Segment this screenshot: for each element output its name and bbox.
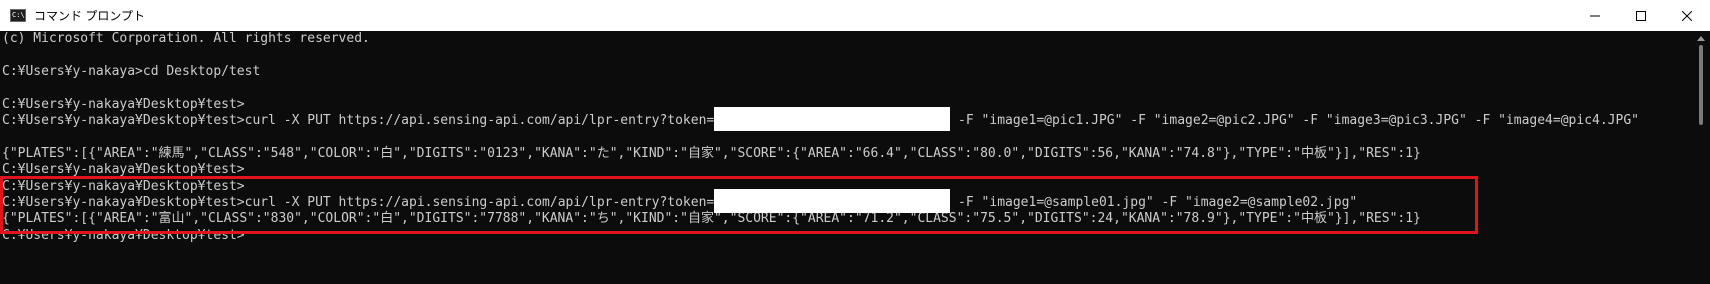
title-bar: C:\ コマンド プロンプト xyxy=(0,0,1710,31)
console-line: C:¥Users¥y-nakaya¥Desktop¥test>curl -X P… xyxy=(2,106,1692,131)
scroll-up-arrow-icon[interactable] xyxy=(1697,36,1705,41)
cmd-icon: C:\ xyxy=(10,9,26,22)
minimize-icon xyxy=(1590,15,1600,16)
close-button[interactable] xyxy=(1664,0,1710,31)
redacted-token xyxy=(714,188,951,213)
maximize-button[interactable] xyxy=(1618,0,1664,31)
console-line: C:¥Users¥y-nakaya¥Desktop¥test> xyxy=(2,162,245,178)
close-icon xyxy=(1682,10,1692,21)
console-line: C:¥Users¥y-nakaya>cd Desktop/test xyxy=(2,63,261,79)
minimize-button[interactable] xyxy=(1572,0,1618,31)
maximize-icon xyxy=(1636,10,1646,21)
console-line: (c) Microsoft Corporation. All rights re… xyxy=(2,31,370,46)
vertical-scrollbar[interactable] xyxy=(1692,31,1710,284)
console-line: C:¥Users¥y-nakaya¥Desktop¥test>curl -X P… xyxy=(2,188,1692,213)
console-line: C:¥Users¥y-nakaya¥Desktop¥test> xyxy=(2,227,245,243)
console-line: {"PLATES":[{"AREA":"富山","CLASS":"830","C… xyxy=(2,211,1421,227)
window-title: コマンド プロンプト xyxy=(34,9,145,23)
console-line: {"PLATES":[{"AREA":"練馬","CLASS":"548","C… xyxy=(2,145,1421,161)
redacted-token xyxy=(714,106,951,131)
scroll-thumb[interactable] xyxy=(1699,45,1703,125)
console-output[interactable]: (c) Microsoft Corporation. All rights re… xyxy=(0,31,1692,284)
